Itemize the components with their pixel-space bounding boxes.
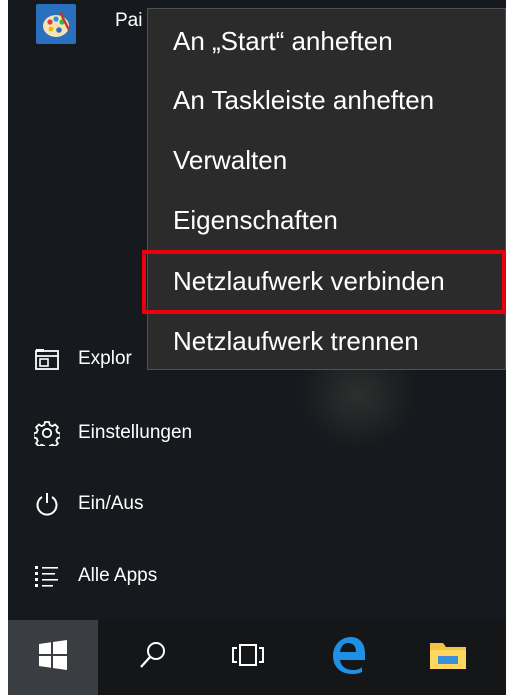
start-button[interactable] — [8, 620, 98, 695]
menu-item-pin-to-taskbar[interactable]: An Taskleiste anheften — [148, 70, 505, 130]
menu-item-manage[interactable]: Verwalten — [148, 130, 505, 190]
left-item-power-label: Ein/Aus — [78, 493, 144, 514]
list-icon — [32, 561, 62, 591]
taskbar — [8, 620, 506, 695]
edge-icon — [329, 636, 367, 679]
search-button[interactable] — [118, 620, 188, 695]
task-view-icon — [231, 642, 265, 673]
menu-item-disconnect-network-drive[interactable]: Netzlaufwerk trennen — [148, 311, 505, 371]
left-item-all-apps[interactable]: Alle Apps — [8, 548, 308, 604]
paint-palette-icon[interactable] — [36, 4, 76, 44]
menu-item-properties[interactable]: Eigenschaften — [148, 190, 505, 250]
left-item-settings[interactable]: Einstellungen — [8, 405, 308, 461]
folder-icon — [429, 639, 467, 676]
menu-item-pin-to-start[interactable]: An „Start“ anheften — [148, 11, 505, 71]
windows-start-icon — [38, 640, 68, 675]
gear-icon — [32, 418, 62, 448]
power-icon — [32, 489, 62, 519]
left-item-all-apps-label: Alle Apps — [78, 565, 158, 586]
left-item-settings-label: Einstellungen — [78, 422, 193, 443]
edge-button[interactable] — [308, 620, 388, 695]
task-view-button[interactable] — [208, 620, 288, 695]
context-menu: An „Start“ anheften An Taskleiste anheft… — [147, 8, 506, 370]
file-explorer-icon — [32, 344, 62, 374]
left-item-explorer-label: Explor — [78, 348, 132, 369]
highlight-box — [142, 250, 506, 314]
left-item-power[interactable]: Ein/Aus — [8, 476, 308, 532]
search-icon — [138, 640, 168, 675]
pinned-app-label[interactable]: Pai — [115, 10, 142, 32]
file-explorer-button[interactable] — [408, 620, 488, 695]
